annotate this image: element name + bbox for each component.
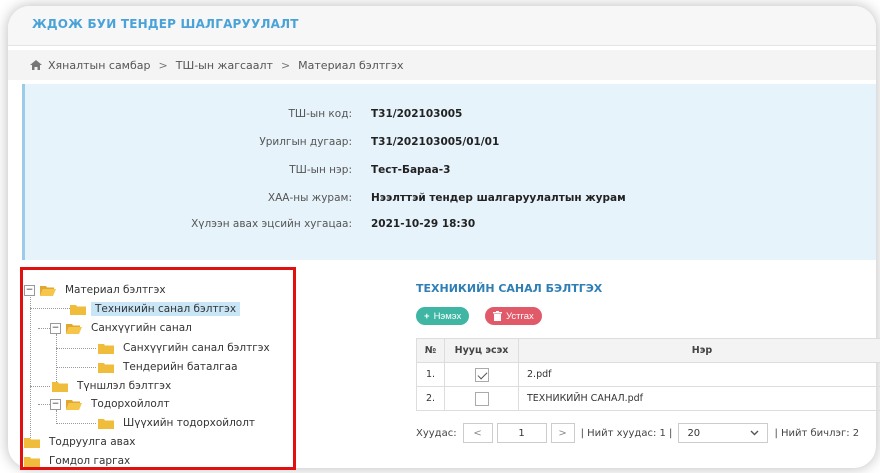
breadcrumb-tender-list[interactable]: ТШ-ын жагсаалт — [176, 59, 273, 72]
info-label: Хүлээн авах эцсийн хугацаа: — [191, 218, 352, 230]
info-row-deadline: Хүлээн авах эцсийн хугацаа: 2021-10-29 1… — [25, 218, 876, 236]
breadcrumb: Хяналтын самбар > ТШ-ын жагсаалт > Матер… — [8, 50, 876, 80]
secret-checkbox[interactable] — [474, 391, 489, 406]
info-label: ТШ-ын код: — [288, 108, 353, 120]
row-number: 1. — [416, 362, 445, 387]
table-row[interactable]: 1. 2.pdf — [416, 362, 880, 387]
info-label: ХАА-ны журам: — [267, 192, 352, 204]
breadcrumb-separator: > — [280, 58, 291, 72]
highlight-box — [20, 267, 296, 470]
page-size-value: 20 — [687, 427, 701, 439]
prev-page-button[interactable]: < — [462, 423, 493, 443]
app-title: ЖДОЖ БУИ ТЕНДЕР ШАЛГАРУУЛАЛТ — [32, 17, 299, 31]
info-value: Нээлттэй тендер шалгаруулалтын журам — [371, 192, 626, 204]
total-pages: | Нийт хуудас: 1 | — [580, 427, 673, 439]
breadcrumb-current: Материал бэлтгэх — [298, 58, 404, 72]
home-icon — [30, 60, 42, 70]
tender-info-panel: ТШ-ын код: Т31/202103005 Урилгын дугаар:… — [22, 84, 876, 260]
panel-title: ТЕХНИКИЙН САНАЛ БЭЛТГЭХ — [416, 282, 603, 295]
total-records: | Нийт бичлэг: 2 — [774, 427, 860, 439]
secret-cell — [444, 386, 519, 411]
info-row-name: ТШ-ын нэр: Тест-Бараа-3 — [25, 164, 876, 182]
info-value: Т31/202103005 — [371, 108, 463, 120]
row-number: 2. — [416, 386, 445, 411]
info-label: ТШ-ын нэр: — [289, 164, 352, 176]
table-row[interactable]: 2. ТЕХНИКИЙН САНАЛ.pdf — [416, 386, 880, 411]
page-input[interactable]: 1 — [496, 423, 547, 443]
delete-button[interactable]: Устгах — [485, 307, 542, 325]
file-name[interactable]: ТЕХНИКИЙН САНАЛ.pdf — [518, 386, 880, 411]
breadcrumb-separator: > — [158, 58, 168, 72]
column-header-num: № — [416, 338, 445, 363]
info-value: Тест-Бараа-3 — [371, 164, 451, 176]
file-name[interactable]: 2.pdf — [518, 362, 880, 387]
info-label: Урилгын дугаар: — [259, 136, 352, 148]
secret-checkbox[interactable] — [474, 367, 489, 382]
next-page-button[interactable]: > — [550, 423, 575, 443]
pagination: Хуудас: < 1 > | Нийт хуудас: 1 | 20 | Ни… — [416, 422, 859, 444]
page-size-select[interactable]: 20 — [678, 423, 769, 443]
secret-cell — [444, 362, 519, 387]
info-value: Т31/202103005/01/01 — [371, 136, 500, 148]
pager-label: Хуудас: — [416, 427, 457, 439]
column-header-secret: Нууц эсэх — [444, 338, 519, 363]
files-table: № Нууц эсэх Нэр 1. 2.pdf 2. ТЕХНИКИЙН СА… — [416, 338, 880, 411]
info-value: 2021-10-29 18:30 — [371, 218, 476, 230]
info-row-code: ТШ-ын код: Т31/202103005 — [25, 108, 876, 126]
column-header-name: Нэр — [518, 338, 880, 363]
plus-icon: + — [424, 310, 430, 322]
trash-icon — [493, 311, 502, 321]
chevron-down-icon — [750, 430, 759, 436]
add-button[interactable]: + Нэмэх — [416, 307, 470, 325]
breadcrumb-dashboard[interactable]: Хяналтын самбар — [48, 59, 151, 72]
info-row-invitation: Урилгын дугаар: Т31/202103005/01/01 — [25, 136, 876, 154]
table-header-row: № Нууц эсэх Нэр — [416, 338, 880, 363]
add-button-label: Нэмэх — [433, 310, 462, 322]
delete-button-label: Устгах — [506, 310, 534, 322]
info-row-procedure: ХАА-ны журам: Нээлттэй тендер шалгаруула… — [25, 192, 876, 210]
top-bar: ЖДОЖ БУИ ТЕНДЕР ШАЛГАРУУЛАЛТ — [8, 6, 876, 46]
